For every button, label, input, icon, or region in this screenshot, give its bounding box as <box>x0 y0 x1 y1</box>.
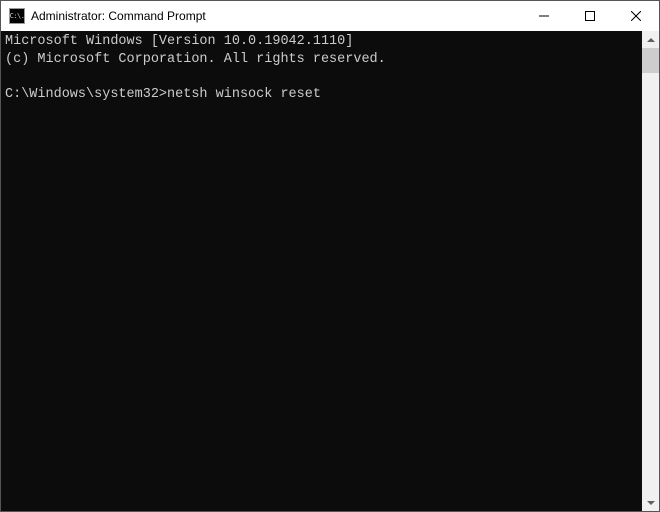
app-icon-text: C:\. <box>10 13 25 20</box>
close-button[interactable] <box>613 1 659 31</box>
minimize-button[interactable] <box>521 1 567 31</box>
app-icon: C:\. <box>9 8 25 24</box>
command-text: netsh winsock reset <box>167 87 321 102</box>
console-output[interactable]: Microsoft Windows [Version 10.0.19042.11… <box>1 31 642 511</box>
vertical-scrollbar[interactable] <box>642 31 659 511</box>
version-line: Microsoft Windows [Version 10.0.19042.11… <box>5 34 353 49</box>
window-title: Administrator: Command Prompt <box>31 9 521 23</box>
prompt-path: C:\Windows\system32> <box>5 87 167 102</box>
scroll-up-icon[interactable] <box>642 31 659 48</box>
window-controls <box>521 1 659 31</box>
scrollbar-thumb[interactable] <box>642 48 659 73</box>
console-area: Microsoft Windows [Version 10.0.19042.11… <box>1 31 659 511</box>
scroll-down-icon[interactable] <box>642 494 659 511</box>
titlebar[interactable]: C:\. Administrator: Command Prompt <box>1 1 659 31</box>
copyright-line: (c) Microsoft Corporation. All rights re… <box>5 52 386 67</box>
scrollbar-track[interactable] <box>642 48 659 494</box>
command-prompt-window: C:\. Administrator: Command Prompt Micro… <box>0 0 660 512</box>
maximize-button[interactable] <box>567 1 613 31</box>
prompt-line: C:\Windows\system32>netsh winsock reset <box>5 87 321 102</box>
